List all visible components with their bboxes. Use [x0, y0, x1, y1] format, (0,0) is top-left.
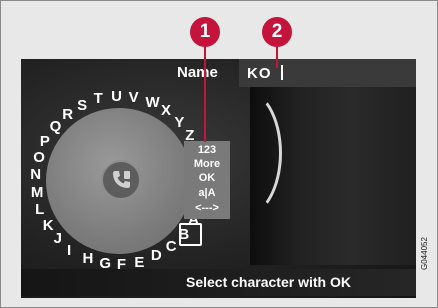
- options-menu[interactable]: 123 More OK a|A <--->: [184, 141, 230, 219]
- letter-q[interactable]: Q: [50, 119, 62, 134]
- letter-v[interactable]: V: [129, 90, 139, 105]
- menu-item-more[interactable]: More: [184, 158, 230, 170]
- menu-item-123[interactable]: 123: [184, 144, 230, 156]
- letter-w[interactable]: W: [145, 95, 159, 110]
- letter-u[interactable]: U: [111, 89, 122, 104]
- letter-e[interactable]: E: [134, 255, 144, 270]
- letter-d[interactable]: D: [151, 248, 162, 263]
- letter-n[interactable]: N: [30, 167, 41, 182]
- status-text: Select character with OK: [186, 274, 351, 290]
- letter-x[interactable]: X: [161, 103, 171, 118]
- menu-item-space[interactable]: <--->: [184, 202, 230, 214]
- letter-o[interactable]: O: [33, 150, 45, 165]
- callout-2: 2: [262, 17, 292, 47]
- letter-k[interactable]: K: [43, 218, 54, 233]
- menu-item-ok[interactable]: OK: [184, 172, 230, 184]
- letter-j[interactable]: J: [54, 231, 62, 246]
- letter-y[interactable]: Y: [174, 115, 184, 130]
- callout-2-leader: [276, 44, 278, 68]
- phone-icon: [101, 160, 141, 200]
- letter-s[interactable]: S: [77, 98, 87, 113]
- selected-letter-box: [179, 223, 202, 246]
- text-cursor: [281, 65, 283, 80]
- callout-1: 1: [190, 17, 220, 47]
- name-label: Name: [177, 64, 218, 81]
- letter-p[interactable]: P: [40, 134, 50, 149]
- letter-l[interactable]: L: [35, 202, 44, 217]
- letter-c[interactable]: C: [166, 239, 177, 254]
- letter-h[interactable]: H: [83, 251, 94, 266]
- letter-t[interactable]: T: [94, 91, 103, 106]
- letter-i[interactable]: I: [67, 243, 71, 258]
- callout-1-leader: [204, 44, 206, 142]
- name-value: KO: [247, 65, 272, 82]
- figure-code: G044052: [420, 237, 429, 270]
- menu-item-case[interactable]: a|A: [184, 187, 230, 199]
- letter-m[interactable]: M: [31, 185, 44, 200]
- letter-r[interactable]: R: [62, 107, 73, 122]
